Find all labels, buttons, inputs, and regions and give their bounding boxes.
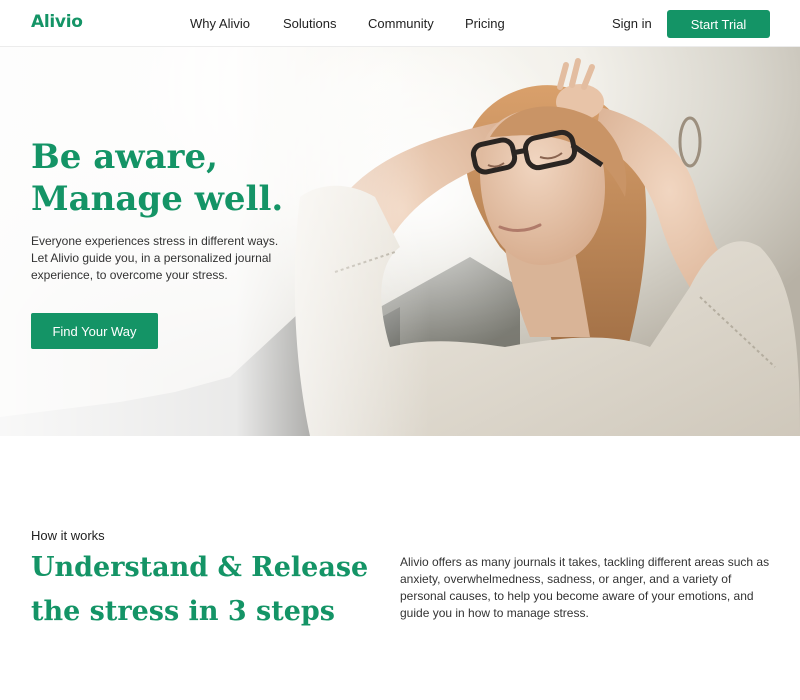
hero-title: Be aware, Manage well.	[31, 136, 361, 220]
hero-title-line-2: Manage well.	[31, 179, 284, 219]
sign-in-link[interactable]: Sign in	[612, 16, 652, 31]
hero-title-line-1: Be aware,	[31, 137, 218, 177]
nav-link-solutions[interactable]: Solutions	[283, 16, 336, 31]
top-nav: Alivio Why Alivio Solutions Community Pr…	[0, 0, 800, 47]
section-title: Understand & Release the stress in 3 ste…	[31, 546, 381, 634]
logo[interactable]: Alivio	[31, 12, 83, 32]
section-kicker: How it works	[31, 528, 105, 543]
hero-section: Be aware, Manage well. Everyone experien…	[0, 47, 800, 436]
nav-link-community[interactable]: Community	[368, 16, 434, 31]
section-title-line-1: Understand & Release	[31, 552, 369, 583]
find-your-way-button[interactable]: Find Your Way	[31, 313, 158, 349]
hero-subtitle: Everyone experiences stress in different…	[31, 234, 279, 282]
nav-link-pricing[interactable]: Pricing	[465, 16, 505, 31]
section-description: Alivio offers as many journals it takes,…	[400, 555, 770, 620]
section-title-line-2: the stress in 3 steps	[31, 596, 335, 627]
start-trial-button[interactable]: Start Trial	[667, 10, 770, 38]
nav-link-why-alivio[interactable]: Why Alivio	[190, 16, 250, 31]
